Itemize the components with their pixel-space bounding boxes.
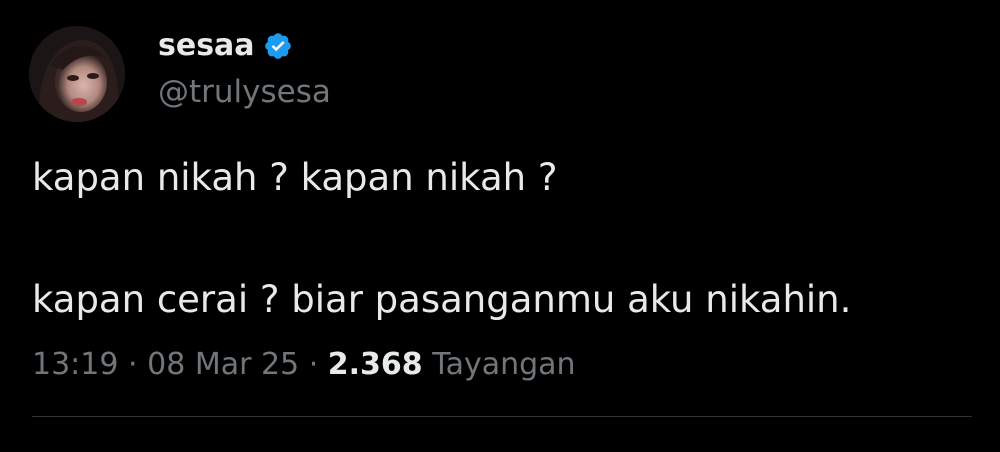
views-count: 2.368	[327, 347, 423, 382]
tweet-date[interactable]: 08 Mar 25	[147, 347, 299, 382]
display-name[interactable]: sesaa	[158, 26, 255, 66]
tweet-time[interactable]: 13:19	[32, 347, 118, 382]
name-row: sesaa	[158, 26, 293, 66]
meta-separator: ·	[128, 347, 138, 382]
user-handle[interactable]: @trulysesa	[158, 72, 331, 112]
tweet-text-line-2: kapan cerai ? biar pasanganmu aku nikahi…	[32, 278, 852, 321]
avatar[interactable]	[29, 26, 125, 122]
meta-separator: ·	[308, 347, 319, 382]
tweet-text-line-1: kapan nikah ? kapan nikah ?	[32, 156, 558, 199]
tweet-card: sesaa @trulysesa kapan nikah ? kapan nik…	[0, 0, 1000, 452]
views-label: Tayangan	[432, 347, 576, 382]
verified-badge-icon	[263, 31, 293, 61]
avatar-image	[29, 26, 125, 122]
tweet-meta: 13:19 · 08 Mar 25 · 2.368 Tayangan	[32, 343, 576, 387]
divider	[32, 416, 972, 417]
